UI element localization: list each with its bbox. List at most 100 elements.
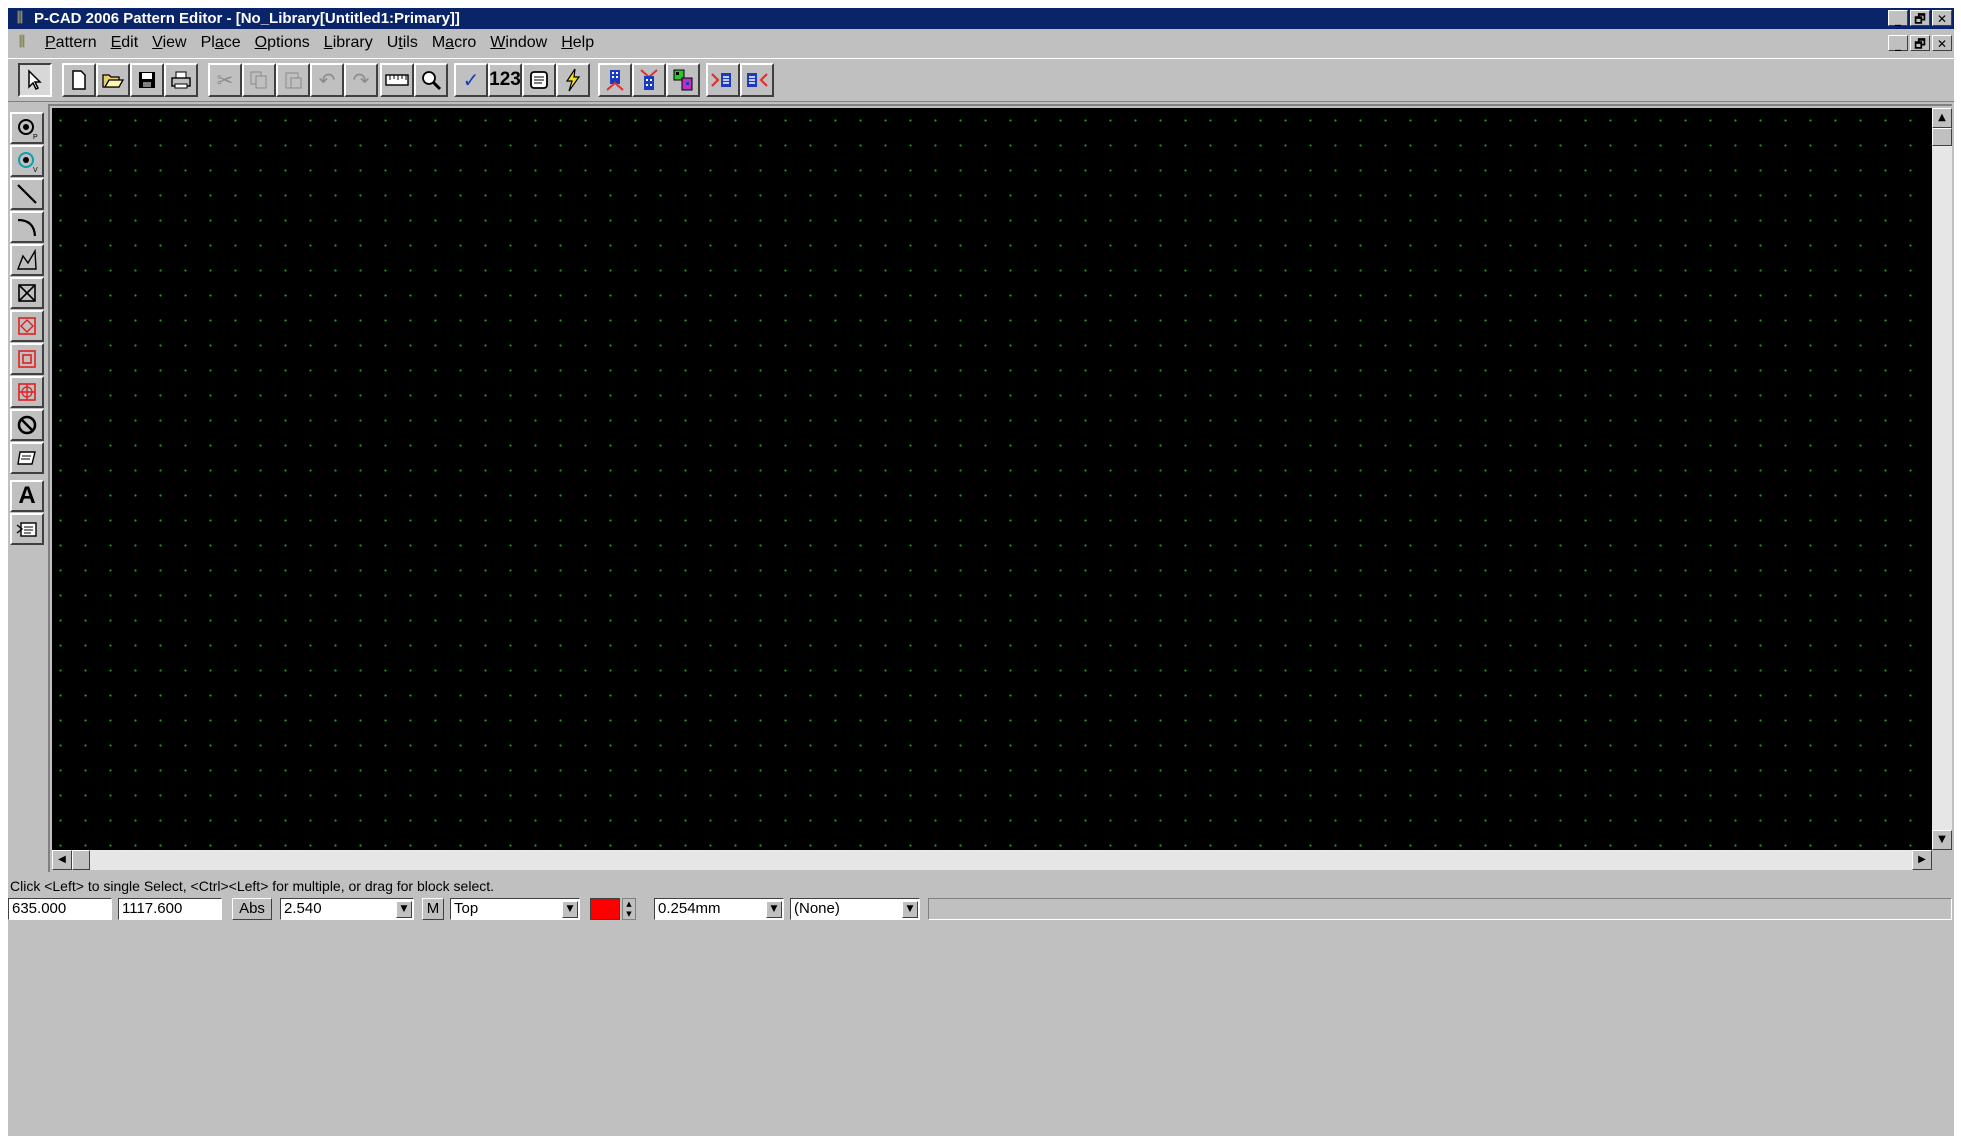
menu-view[interactable]: View: [145, 34, 193, 52]
scroll-left-button[interactable]: ◀: [52, 850, 72, 870]
line-width-dropdown[interactable]: 0.254mm ▼: [654, 898, 784, 920]
ruler-icon: [385, 74, 409, 86]
line-width-dropdown-arrow[interactable]: ▼: [766, 901, 782, 918]
menu-library[interactable]: Library: [317, 34, 380, 52]
new-button[interactable]: [62, 63, 96, 97]
layer-dropdown[interactable]: Top ▼: [450, 898, 580, 920]
horizontal-scroll-thumb[interactable]: [72, 850, 90, 870]
attribute-icon: [17, 451, 36, 465]
text-a-icon: A: [18, 482, 36, 509]
place-plane-button[interactable]: [10, 409, 44, 441]
minimize-button[interactable]: _: [1888, 10, 1908, 26]
grid-dropdown-arrow[interactable]: ▼: [396, 901, 412, 918]
ortho-mode-button[interactable]: M: [422, 898, 444, 920]
validate-button[interactable]: ✓: [454, 63, 488, 97]
svg-text:P: P: [33, 134, 38, 140]
scroll-up-button[interactable]: ▲: [1932, 108, 1952, 128]
via-style-button[interactable]: [632, 63, 666, 97]
place-field-button[interactable]: [10, 513, 44, 545]
layer-dropdown-arrow[interactable]: ▼: [562, 901, 578, 918]
menu-place[interactable]: Place: [194, 34, 248, 52]
drawing-canvas[interactable]: [52, 108, 1932, 850]
place-attribute-button[interactable]: [10, 442, 44, 474]
spin-up-icon[interactable]: ▲: [623, 899, 635, 909]
select-tool-button[interactable]: [18, 63, 52, 97]
horizontal-scrollbar[interactable]: ◀ ▶: [52, 850, 1932, 870]
expand-button[interactable]: [740, 63, 774, 97]
doc-minimize-button[interactable]: _: [1888, 35, 1908, 51]
pad-stack-button[interactable]: [598, 63, 632, 97]
lightning-icon: [565, 68, 581, 92]
copy-button[interactable]: [242, 63, 276, 97]
vertical-scroll-thumb[interactable]: [1932, 128, 1952, 146]
via-icon: V: [18, 152, 38, 173]
place-polygon-button[interactable]: [10, 244, 44, 276]
clipboard-icon: [285, 72, 302, 89]
save-button[interactable]: [130, 63, 164, 97]
x-coordinate-field[interactable]: 635.000: [8, 898, 112, 920]
pad-stack-icon: [606, 70, 624, 91]
place-keepout-button[interactable]: [10, 376, 44, 408]
style-dropdown[interactable]: (None) ▼: [790, 898, 920, 920]
print-button[interactable]: [164, 63, 198, 97]
cut-button[interactable]: ✂: [208, 63, 242, 97]
style-dropdown-arrow[interactable]: ▼: [902, 901, 918, 918]
place-line-button[interactable]: [10, 178, 44, 210]
close-button[interactable]: ✕: [1932, 10, 1952, 26]
document-window-controls: _ 🗗 ✕: [1888, 35, 1952, 51]
menu-utils[interactable]: Utils: [380, 34, 425, 52]
place-point-button[interactable]: [10, 277, 44, 309]
undo-button[interactable]: ↶: [310, 63, 344, 97]
paste-button[interactable]: [276, 63, 310, 97]
place-text-button[interactable]: A: [10, 480, 44, 512]
menu-window[interactable]: Window: [483, 34, 554, 52]
menu-edit[interactable]: Edit: [104, 34, 146, 52]
place-pads-button[interactable]: [666, 63, 700, 97]
place-copper-pour-button[interactable]: [10, 310, 44, 342]
title-bar[interactable]: ⫼ P-CAD 2006 Pattern Editor - [No_Librar…: [8, 8, 1954, 29]
status-message: Click <Left> to single Select, <Ctrl><Le…: [10, 878, 495, 894]
open-button[interactable]: [96, 63, 130, 97]
menu-help[interactable]: Help: [554, 34, 601, 52]
renumber-button[interactable]: 123: [488, 63, 522, 97]
menu-macro[interactable]: Macro: [425, 34, 483, 52]
measure-button[interactable]: [380, 63, 414, 97]
crossed-box-icon: [18, 284, 36, 302]
polygon-icon: [16, 248, 37, 270]
menu-pattern[interactable]: Pattern: [38, 34, 104, 52]
field-icon: [16, 522, 37, 537]
new-document-icon: [72, 70, 86, 90]
pattern-info-button[interactable]: [522, 63, 556, 97]
vertical-scrollbar[interactable]: ▲ ▼: [1932, 108, 1952, 850]
doc-close-button[interactable]: ✕: [1932, 35, 1952, 51]
restore-button[interactable]: 🗗: [1910, 10, 1930, 26]
undo-icon: ↶: [318, 68, 336, 92]
doc-restore-button[interactable]: 🗗: [1910, 35, 1930, 51]
scroll-right-button[interactable]: ▶: [1912, 850, 1932, 870]
status-panel: [928, 898, 1952, 920]
absolute-grid-button[interactable]: Abs: [232, 898, 272, 920]
zoom-button[interactable]: [414, 63, 448, 97]
window-title: P-CAD 2006 Pattern Editor - [No_Library[…: [34, 10, 460, 27]
redo-button[interactable]: ↷: [344, 63, 378, 97]
document-icon[interactable]: ⫼: [14, 34, 30, 50]
expand-icon: [747, 73, 768, 87]
menu-options[interactable]: Options: [248, 34, 317, 52]
prohibit-icon: [17, 415, 37, 435]
canvas-frame: ▲ ▼ ◀ ▶: [48, 104, 1952, 872]
place-arc-button[interactable]: [10, 211, 44, 243]
place-cutout-button[interactable]: [10, 343, 44, 375]
place-via-button[interactable]: V: [10, 145, 44, 177]
pattern-wizard-button[interactable]: [556, 63, 590, 97]
info-document-icon: [530, 71, 548, 89]
plane-icon: [18, 383, 36, 401]
grid-size-value: 2.540: [284, 900, 322, 917]
scroll-down-button[interactable]: ▼: [1932, 830, 1952, 850]
y-coordinate-field[interactable]: 1117.600: [118, 898, 222, 920]
grid-size-dropdown[interactable]: 2.540 ▼: [280, 898, 414, 920]
layer-spinner[interactable]: ▲ ▼: [622, 898, 636, 920]
shrink-button[interactable]: [706, 63, 740, 97]
layer-color-swatch[interactable]: [590, 898, 620, 920]
place-pad-button[interactable]: P: [10, 112, 44, 144]
spin-down-icon[interactable]: ▼: [623, 909, 635, 919]
